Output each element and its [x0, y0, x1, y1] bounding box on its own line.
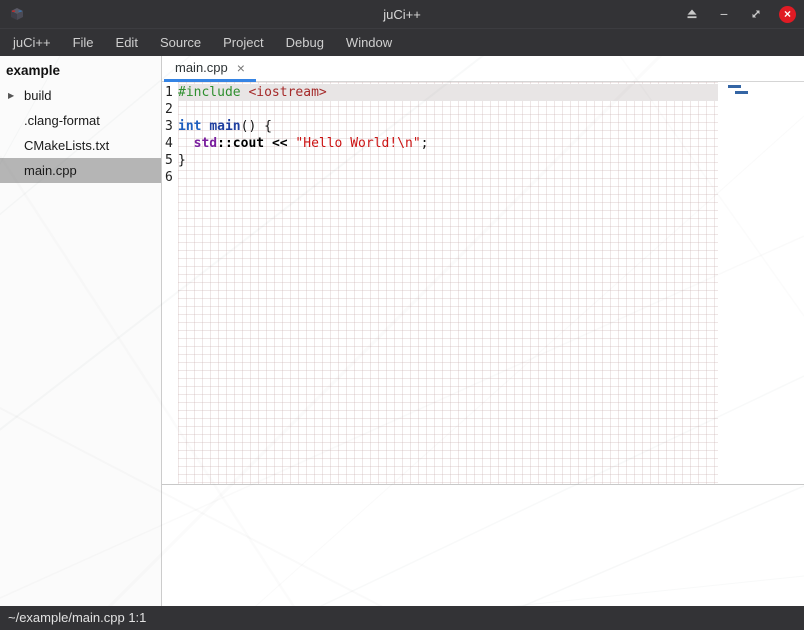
sidebar-item-cmakelists-txt[interactable]: CMakeLists.txt	[0, 133, 161, 158]
restore-icon[interactable]	[747, 5, 765, 23]
triangle-right-icon[interactable]: ▶	[8, 83, 14, 108]
overview-mark	[735, 91, 748, 94]
code-line[interactable]	[178, 101, 718, 118]
code-line[interactable]: }	[178, 152, 718, 169]
sidebar-item-main-cpp[interactable]: main.cpp	[0, 158, 161, 183]
statusbar: ~/example/main.cpp 1:1	[0, 606, 804, 630]
sidebar-item-label: CMakeLists.txt	[24, 138, 109, 153]
code-line[interactable]: std::cout << "Hello World!\n";	[178, 135, 718, 152]
menu-item-debug[interactable]: Debug	[275, 29, 335, 56]
sidebar-root-example[interactable]: example	[0, 56, 161, 83]
eject-icon[interactable]	[683, 5, 701, 23]
file-tree-sidebar: example ▶ build .clang-format CMakeLists.tx…	[0, 56, 162, 606]
sidebar-item-build[interactable]: ▶ build	[0, 83, 161, 108]
code-editor[interactable]: 123456 #include <iostream>int main() { s…	[162, 82, 804, 484]
line-number-gutter: 123456	[162, 82, 178, 484]
line-number: 2	[165, 101, 178, 118]
menu-item-window[interactable]: Window	[335, 29, 403, 56]
tab-main-cpp[interactable]: main.cpp ×	[164, 56, 256, 82]
menubar: juCi++FileEditSourceProjectDebugWindow	[0, 28, 804, 56]
line-number: 1	[165, 84, 178, 101]
main-panel: main.cpp × 123456 #include <iostream>int…	[162, 56, 804, 606]
menu-item-file[interactable]: File	[62, 29, 105, 56]
menu-item-juci[interactable]: juCi++	[2, 29, 62, 56]
tabbar: main.cpp ×	[162, 56, 804, 82]
tab-close-icon[interactable]: ×	[237, 61, 245, 75]
minimize-icon[interactable]: −	[715, 5, 733, 23]
sidebar-item-label: .clang-format	[24, 113, 100, 128]
sidebar-item-label: build	[24, 88, 51, 103]
code-line[interactable]: #include <iostream>	[178, 84, 718, 101]
code-line[interactable]	[178, 169, 718, 186]
sidebar-list: ▶ build .clang-format CMakeLists.txt main.cp…	[0, 83, 161, 183]
titlebar: juCi++ − ×	[0, 0, 804, 28]
line-number: 3	[165, 118, 178, 135]
window-controls: − ×	[683, 5, 796, 23]
content: example ▶ build .clang-format CMakeLists.tx…	[0, 56, 804, 606]
overview-mark	[728, 85, 741, 88]
line-number: 6	[165, 169, 178, 186]
tab-label: main.cpp	[175, 60, 228, 75]
sidebar-item-clang-format[interactable]: .clang-format	[0, 108, 161, 133]
output-panel[interactable]	[162, 485, 804, 606]
code-line[interactable]: int main() {	[178, 118, 718, 135]
menu-item-source[interactable]: Source	[149, 29, 212, 56]
menu-item-edit[interactable]: Edit	[105, 29, 149, 56]
editor-overview	[718, 82, 804, 484]
menu-item-project[interactable]: Project	[212, 29, 274, 56]
app-icon	[8, 5, 26, 23]
line-number: 5	[165, 152, 178, 169]
sidebar-item-label: main.cpp	[24, 163, 77, 178]
line-number: 4	[165, 135, 178, 152]
status-text: ~/example/main.cpp 1:1	[8, 610, 146, 625]
code-lines[interactable]: #include <iostream>int main() { std::cou…	[178, 82, 718, 484]
close-icon[interactable]: ×	[779, 6, 796, 23]
